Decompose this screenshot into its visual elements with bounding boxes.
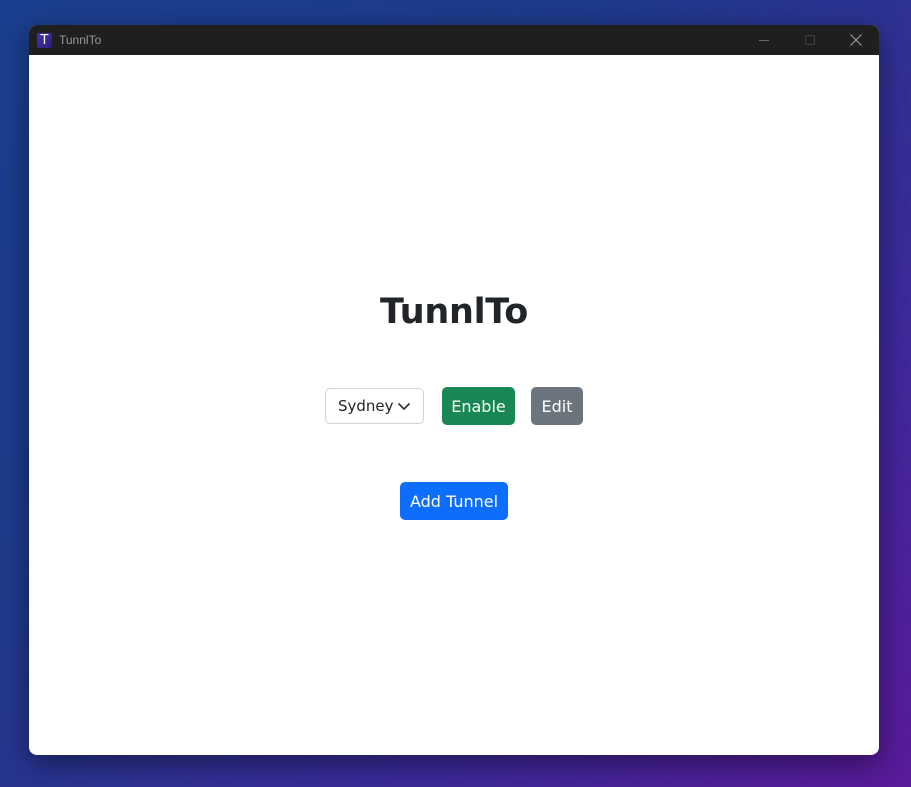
minimize-icon xyxy=(758,39,769,41)
close-button[interactable] xyxy=(833,25,879,55)
page-title: TunnlTo xyxy=(380,292,528,332)
edit-button[interactable]: Edit xyxy=(531,387,583,425)
window-title: TunnlTo xyxy=(59,33,102,47)
close-icon xyxy=(850,34,862,46)
app-window: T TunnlTo TunnlTo Sydney Enable Edit Add… xyxy=(29,25,879,755)
main-content: TunnlTo Sydney Enable Edit Add Tunnel xyxy=(29,55,879,755)
app-icon: T xyxy=(37,32,52,48)
enable-button[interactable]: Enable xyxy=(442,387,515,425)
window-controls xyxy=(741,25,879,55)
tunnel-select-value: Sydney xyxy=(338,397,394,415)
maximize-icon xyxy=(804,34,815,45)
chevron-down-icon xyxy=(398,403,410,410)
minimize-button[interactable] xyxy=(741,25,787,55)
maximize-button[interactable] xyxy=(787,25,833,55)
title-bar[interactable]: T TunnlTo xyxy=(29,25,879,55)
tunnel-select[interactable]: Sydney xyxy=(325,388,424,424)
add-tunnel-button[interactable]: Add Tunnel xyxy=(400,482,508,520)
